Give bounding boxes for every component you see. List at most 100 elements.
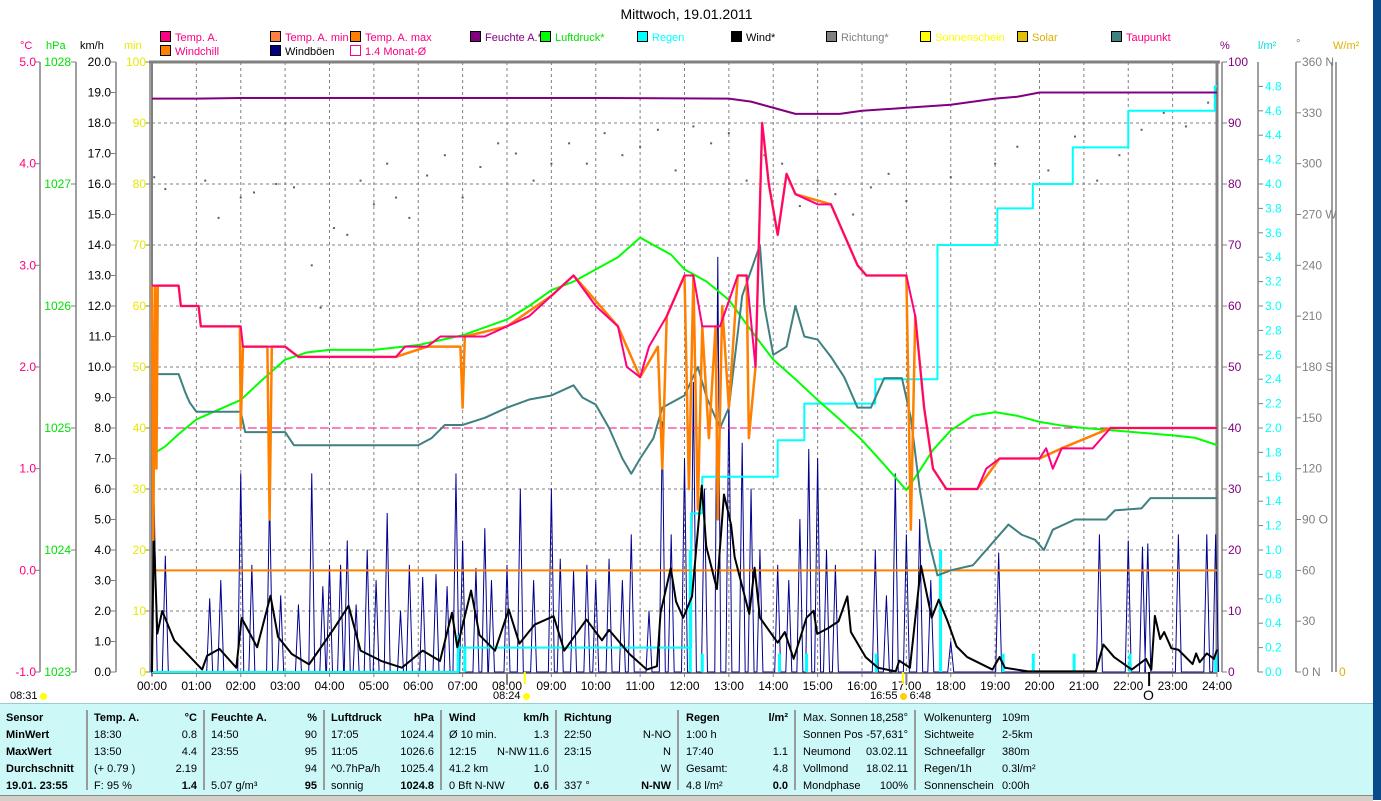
- celsius-tick-label: 4.0: [19, 157, 36, 171]
- direction-point: [1074, 135, 1076, 138]
- stats-row: F: 95 % 1.4: [88, 778, 203, 795]
- gust-peak: [346, 540, 348, 542]
- legend-label: Sonnenschein: [935, 32, 1005, 44]
- celsius-tick-label: 3.0: [19, 258, 36, 272]
- gust-peak: [533, 580, 535, 581]
- kmh-tick-label: 15.0: [88, 208, 112, 222]
- kmh-tick-label: 9.0: [94, 391, 111, 405]
- stats-column: Wind km/h Ø 10 min. 1.3 12:15 N-NW 11.6 41.2 km…: [443, 710, 557, 792]
- unit-deg: °: [1296, 38, 1301, 50]
- deg-tick-label: 360 N: [1302, 55, 1334, 69]
- legend-swatch: [470, 31, 481, 42]
- hpa-tick-label: 1028: [44, 55, 71, 69]
- legend-swatch: [637, 31, 648, 42]
- deg-tick-label: 0 N: [1302, 665, 1321, 679]
- legend-item: Luftdruck*: [540, 31, 605, 44]
- solar-tick-label: 0: [1339, 665, 1346, 679]
- min-tick-label: 10: [133, 604, 147, 618]
- rain-tick-label: 2.6: [1265, 348, 1282, 362]
- stats-row: Richtung: [558, 710, 677, 727]
- legend-swatch: [1111, 31, 1122, 42]
- rain-bar: [463, 647, 467, 672]
- direction-point: [332, 227, 335, 230]
- legend-item: Feuchte A.*: [470, 31, 542, 44]
- gust-peak: [519, 488, 521, 490]
- rain-tick-label: 0.4: [1265, 616, 1282, 630]
- stats-cell: 18:30: [94, 729, 122, 741]
- celsius-tick-label: 0.0: [19, 563, 36, 577]
- stats-cell: 1:00 h: [686, 729, 717, 741]
- direction-point: [461, 196, 464, 199]
- deg-tick-label: 30: [1302, 614, 1316, 628]
- gust-peak: [1141, 546, 1143, 548]
- gust-peak: [251, 564, 253, 566]
- stats-cell: l/m²: [768, 712, 788, 724]
- gust-peak: [311, 473, 313, 475]
- deg-tick-label: 90 O: [1302, 513, 1328, 527]
- stats-row: 18:30 0.8: [88, 727, 203, 744]
- gust-peak: [366, 549, 368, 551]
- rain-bar: [874, 653, 878, 672]
- rain-bar: [1072, 653, 1076, 672]
- kmh-tick-label: 5.0: [94, 513, 111, 527]
- rain-tick-label: 2.0: [1265, 421, 1282, 435]
- direction-point: [1096, 179, 1099, 182]
- legend-label: Luftdruck*: [555, 32, 605, 44]
- stats-row: sonnig 1024.8: [325, 778, 440, 795]
- stats-column: Richtung 22:50 N-NO 23:15 N W 337 ° N-NW: [558, 710, 679, 792]
- stats-cell: 03.02.11: [865, 746, 908, 758]
- stats-cell: Sichtweite: [924, 729, 975, 741]
- stats-cell: Sensor: [6, 712, 44, 724]
- statistics-panel: Sensor MinWert MaxWert Durchschnitt 19.01. 2…: [0, 703, 1373, 796]
- rain-tick-label: 3.4: [1265, 250, 1282, 264]
- direction-point: [386, 162, 389, 165]
- direction-point: [239, 196, 242, 199]
- percent-tick-label: 10: [1228, 604, 1242, 618]
- percent-tick-label: 70: [1228, 238, 1242, 252]
- gust-peak: [930, 580, 932, 581]
- stats-cell: hPa: [413, 712, 434, 724]
- x-tick-label: 11:00: [626, 679, 655, 693]
- stats-row: Durchschnitt: [0, 761, 86, 778]
- direction-point: [426, 174, 429, 177]
- rain-tick-label: 4.6: [1265, 104, 1282, 118]
- stats-row: Sonnenschein 0:00h: [918, 778, 1060, 795]
- stats-cell: 41.2 km: [449, 763, 489, 775]
- legend-swatch: [731, 31, 742, 42]
- gust-peak: [280, 595, 282, 597]
- stats-cell: Regen: [686, 712, 720, 724]
- kmh-tick-label: 16.0: [88, 177, 112, 191]
- legend-swatch: [350, 31, 361, 42]
- percent-tick-label: 60: [1228, 299, 1242, 313]
- stats-cell: 11.6: [528, 746, 549, 758]
- stats-cell: 0.8: [181, 729, 197, 741]
- rain-tick-label: 3.2: [1265, 275, 1282, 289]
- stats-cell: Feuchte A.: [211, 712, 267, 724]
- rain-tick-label: 4.0: [1265, 177, 1282, 191]
- stats-cell: 1025.4: [400, 763, 434, 775]
- legend-swatch: [160, 45, 171, 56]
- stats-row: Ø 10 min. 1.3: [443, 727, 555, 744]
- unit-kmh: km/h: [80, 40, 104, 52]
- direction-point: [656, 128, 659, 131]
- stats-cell: Wind: [449, 712, 476, 724]
- x-tick-label: 00:00: [137, 679, 167, 693]
- legend-label: 1.4 Monat-Ø: [365, 46, 427, 58]
- x-tick-label: 01:00: [181, 679, 211, 693]
- gust-peak: [559, 558, 561, 560]
- sunrise-icon: [522, 693, 530, 700]
- x-tick-label: 10:00: [581, 679, 611, 693]
- stats-cell: 4.4: [181, 746, 197, 758]
- gust-peak: [998, 552, 1000, 554]
- stats-cell: 1024.8: [400, 780, 434, 792]
- direction-point: [621, 154, 624, 157]
- stats-cell: Mondphase: [803, 780, 861, 792]
- stats-row: Max. Sonnen 18,258°: [797, 710, 914, 727]
- legend-item: Sonnenschein: [920, 31, 1005, 44]
- direction-point: [497, 142, 500, 145]
- percent-tick-label: 100: [1228, 55, 1248, 69]
- stats-cell: 23:55: [211, 746, 239, 758]
- direction-point: [994, 162, 997, 165]
- direction-point: [674, 169, 677, 172]
- gust-peak: [621, 580, 623, 581]
